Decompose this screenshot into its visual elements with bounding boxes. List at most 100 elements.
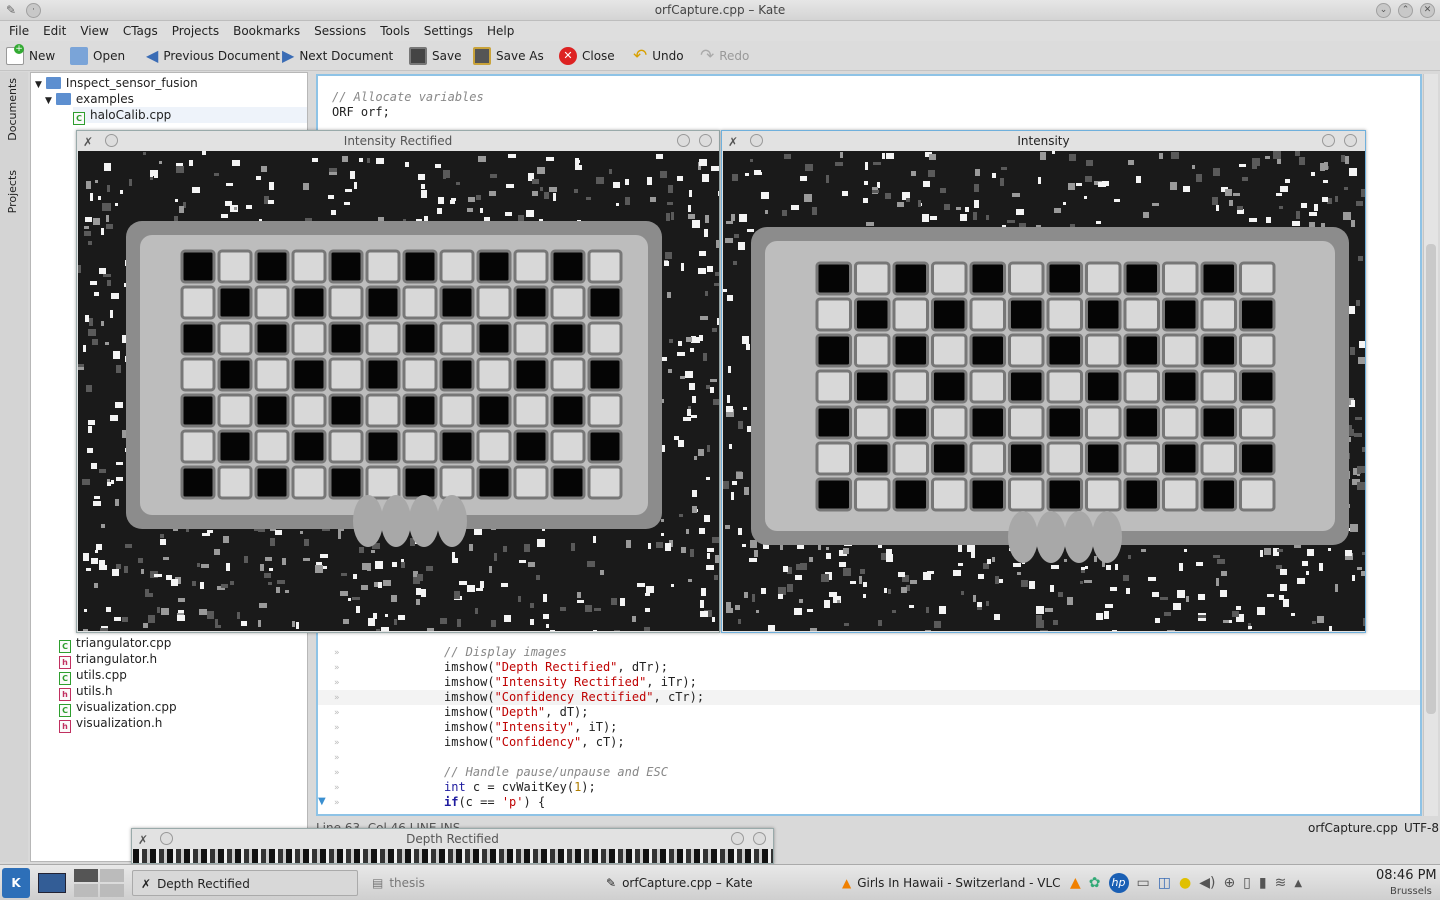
code-line: imshow("Intensity", iT); bbox=[444, 720, 618, 734]
cv-window-titlebar[interactable]: ✗ Depth Rectified bbox=[132, 829, 773, 849]
editor-scrollbar[interactable] bbox=[1423, 74, 1438, 816]
menu-file[interactable]: File bbox=[2, 21, 36, 41]
save-as-button[interactable]: Save As bbox=[473, 45, 544, 67]
minimize-button[interactable] bbox=[1322, 134, 1335, 147]
task-depth-rectified[interactable]: ✗ Depth Rectified bbox=[132, 870, 358, 896]
intensity-image bbox=[723, 151, 1365, 631]
side-tab-strip: Documents Projects bbox=[0, 72, 28, 862]
task-kate[interactable]: ✎ orfCapture.cpp – Kate bbox=[598, 870, 824, 896]
menu-help[interactable]: Help bbox=[480, 21, 521, 41]
drive-tray-icon[interactable]: ▭ bbox=[1137, 875, 1150, 891]
undo-button[interactable]: ↶ Undo bbox=[633, 45, 684, 67]
code-comment: // Handle pause/unpause and ESC bbox=[444, 765, 668, 779]
undo-icon: ↶ bbox=[633, 46, 648, 66]
checkerboard-image bbox=[78, 151, 719, 631]
pager-desktop-3[interactable] bbox=[74, 884, 98, 897]
hp-tray-icon[interactable]: hp bbox=[1108, 873, 1129, 893]
vlc-tray-icon[interactable]: ▲ bbox=[1070, 875, 1081, 891]
maximize-button[interactable]: ⌃ bbox=[1398, 3, 1413, 18]
window-options-button[interactable]: · bbox=[26, 3, 41, 18]
app-menu-icon[interactable]: ✎ bbox=[6, 0, 16, 21]
tree-file[interactable]: h utils.h bbox=[59, 683, 113, 701]
depth-rectified-image bbox=[133, 849, 773, 863]
menu-settings[interactable]: Settings bbox=[417, 21, 480, 41]
code-line: imshow("Depth Rectified", dTr); bbox=[444, 660, 668, 674]
collapse-arrow-icon: ▼ bbox=[35, 80, 42, 90]
menu-view[interactable]: View bbox=[73, 21, 115, 41]
close-button[interactable] bbox=[699, 134, 712, 147]
menu-sessions[interactable]: Sessions bbox=[307, 21, 373, 41]
menubar: File Edit View CTags Projects Bookmarks Sessio… bbox=[0, 21, 1440, 41]
network-manager-icon[interactable]: ⊕ bbox=[1223, 875, 1235, 891]
task-thesis[interactable]: ▤ thesis bbox=[364, 870, 590, 896]
tree-file[interactable]: Ctriangulator.cpp bbox=[59, 635, 171, 653]
window-menu-button[interactable] bbox=[750, 134, 763, 147]
checkerboard-image bbox=[723, 151, 1365, 631]
tab-projects[interactable]: Projects bbox=[6, 170, 19, 213]
minimize-button[interactable] bbox=[677, 134, 690, 147]
open-button[interactable]: Open bbox=[70, 45, 125, 67]
document-icon: ▤ bbox=[372, 876, 384, 890]
menu-ctags[interactable]: CTags bbox=[116, 21, 165, 41]
task-vlc[interactable]: ▲ Girls In Hawaii - Switzerland - VLC m bbox=[834, 870, 1060, 896]
fold-arrow-icon[interactable]: ▼ bbox=[318, 796, 326, 807]
menu-tools[interactable]: Tools bbox=[373, 21, 417, 41]
window-menu-button[interactable] bbox=[105, 134, 118, 147]
window-menu-button[interactable] bbox=[160, 832, 173, 845]
close-document-button[interactable]: ✕ Close bbox=[559, 45, 615, 67]
tree-file[interactable]: Cvisualization.cpp bbox=[59, 699, 177, 717]
minimize-button[interactable] bbox=[731, 832, 744, 845]
redo-button[interactable]: ↷ Redo bbox=[700, 45, 749, 67]
save-as-icon bbox=[473, 47, 491, 65]
pager[interactable] bbox=[74, 869, 124, 897]
clock-time[interactable]: 08:46 PM bbox=[1376, 868, 1437, 883]
folder-icon bbox=[55, 93, 71, 105]
status-encoding[interactable]: UTF-8 bbox=[1404, 821, 1439, 835]
arrow-right-icon: ▶ bbox=[282, 46, 295, 65]
cv-window-intensity-rectified[interactable]: ✗ Intensity Rectified bbox=[76, 130, 720, 633]
menu-projects[interactable]: Projects bbox=[165, 21, 226, 41]
code-line: imshow("Confidency Rectified", cTr); bbox=[444, 690, 705, 704]
pager-desktop-2[interactable] bbox=[100, 869, 124, 882]
tree-file[interactable]: h visualization.h bbox=[59, 715, 162, 733]
close-button[interactable] bbox=[753, 832, 766, 845]
kde-launcher-icon[interactable]: K bbox=[2, 868, 30, 898]
cv-window-titlebar[interactable]: ✗ Intensity Rectified bbox=[77, 131, 719, 151]
minimize-button[interactable]: ⌄ bbox=[1376, 3, 1391, 18]
code-line: imshow("Depth", dT); bbox=[444, 705, 589, 719]
tree-root[interactable]: ▼ Inspect_sensor_fusion bbox=[35, 75, 198, 91]
close-button[interactable] bbox=[1344, 134, 1357, 147]
network-tray-icon[interactable]: ✿ bbox=[1089, 875, 1101, 891]
battery-icon[interactable]: ▮ bbox=[1259, 875, 1267, 891]
cv-window-intensity[interactable]: ✗ Intensity bbox=[721, 130, 1366, 633]
pager-desktop-4[interactable] bbox=[100, 884, 124, 897]
notification-tray-icon[interactable]: ● bbox=[1179, 875, 1191, 891]
keyboard-tray-icon[interactable]: ◫ bbox=[1158, 875, 1171, 891]
new-document-icon: + bbox=[6, 44, 24, 65]
tray-expand-icon[interactable]: ▲ bbox=[1294, 878, 1302, 889]
menu-bookmarks[interactable]: Bookmarks bbox=[226, 21, 307, 41]
tree-file[interactable]: h triangulator.h bbox=[59, 651, 157, 669]
clipboard-icon[interactable]: ▯ bbox=[1243, 875, 1251, 891]
scrollbar-thumb[interactable] bbox=[1426, 244, 1436, 714]
taskbar: K ✗ Depth Rectified ▤ thesis ✎ orfCapture.c… bbox=[0, 864, 1440, 900]
new-button[interactable]: + New bbox=[6, 44, 55, 67]
show-desktop-icon[interactable] bbox=[38, 873, 66, 893]
wifi-icon[interactable]: ≋ bbox=[1275, 875, 1287, 891]
cv-window-titlebar[interactable]: ✗ Intensity bbox=[722, 131, 1365, 151]
header-file-icon: h bbox=[59, 720, 71, 733]
tree-file[interactable]: Cutils.cpp bbox=[59, 667, 127, 685]
tree-file[interactable]: ChaloCalib.cpp bbox=[73, 107, 307, 125]
window-titlebar: ✎ · orfCapture.cpp – Kate ⌄ ⌃ ✕ bbox=[0, 0, 1440, 21]
tree-folder-examples[interactable]: ▼ examples bbox=[45, 91, 134, 107]
save-button[interactable]: Save bbox=[409, 45, 461, 67]
close-window-button[interactable]: ✕ bbox=[1420, 3, 1435, 18]
code-line: imshow("Intensity Rectified", iTr); bbox=[444, 675, 697, 689]
tab-documents[interactable]: Documents bbox=[6, 78, 19, 141]
cv-window-depth-rectified[interactable]: ✗ Depth Rectified bbox=[131, 828, 774, 864]
volume-icon[interactable]: ◀) bbox=[1199, 875, 1215, 891]
pager-desktop-1[interactable] bbox=[74, 869, 98, 882]
previous-document-button[interactable]: ◀ Previous Document bbox=[146, 45, 280, 67]
next-document-button[interactable]: ▶ Next Document bbox=[282, 45, 393, 67]
menu-edit[interactable]: Edit bbox=[36, 21, 73, 41]
